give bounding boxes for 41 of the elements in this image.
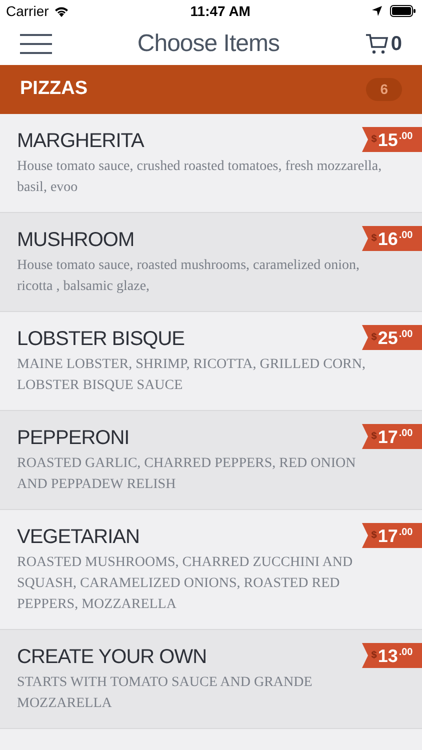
- price-amount: 13: [378, 646, 398, 666]
- item-name: LOBSTER BISQUE: [17, 327, 184, 351]
- item-name: PEPPERONI: [17, 426, 130, 450]
- price-cents: .00: [398, 130, 413, 144]
- item-description: House tomato sauce, roasted mushrooms, caramelized onion, ricotta , balsamic glaze,: [17, 257, 361, 296]
- item-description: STARTS WITH TOMATO SAUCE AND GRANDE MOZZARELLA: [17, 674, 314, 713]
- price-amount: 17: [378, 526, 398, 546]
- price-cents: .00: [398, 427, 413, 441]
- item-name: CREATE YOUR OWN: [17, 645, 207, 669]
- price-cents: .00: [398, 646, 413, 660]
- item-name: VEGETARIAN: [17, 525, 140, 549]
- price-cents: .00: [398, 328, 413, 342]
- currency-symbol: $: [371, 232, 377, 246]
- currency-symbol: $: [371, 529, 377, 543]
- price-amount: 15: [378, 130, 398, 150]
- cart-button[interactable]: 0: [364, 28, 402, 58]
- battery-icon: [390, 5, 416, 17]
- currency-symbol: $: [371, 133, 377, 147]
- item-description: ROASTED GARLIC, CHARRED PEPPERS, RED ONION AND PEPPADEW RELISH: [17, 455, 357, 494]
- cart-icon: [364, 32, 389, 54]
- section-title: PIZZAS: [20, 77, 88, 102]
- location-arrow-icon: [372, 6, 382, 16]
- currency-symbol: $: [371, 331, 377, 345]
- wifi-icon: [54, 6, 69, 16]
- price-amount: 16: [378, 228, 398, 248]
- page-title: Choose Items: [137, 28, 280, 58]
- price-cents: .00: [398, 526, 413, 540]
- menu-button[interactable]: [20, 34, 52, 54]
- item-description: House tomato sauce, crushed roasted tomatoes, fresh mozzarella, basil, evoo: [17, 158, 383, 197]
- carrier-label: Carrier: [6, 2, 49, 20]
- currency-symbol: $: [371, 430, 377, 444]
- status-time: 11:47 AM: [190, 2, 250, 20]
- count-badge: 6: [366, 78, 402, 101]
- price-amount: 25: [378, 328, 398, 348]
- price-amount: 17: [378, 426, 398, 446]
- item-name: MUSHROOM: [17, 228, 134, 252]
- currency-symbol: $: [371, 649, 377, 663]
- item-name: MARGHERITA: [17, 129, 144, 153]
- item-description: ROASTED MUSHROOMS, CHARRED ZUCCHINI AND SQUASH, CARAMELIZED ONIONS, ROASTED RED PEPPERS, MOZZARELLA: [17, 554, 354, 614]
- price-cents: .00: [398, 229, 413, 243]
- item-description: MAINE LOBSTER, SHRIMP, RICOTTA, GRILLED CORN, LOBSTER BISQUE SAUCE: [17, 356, 367, 395]
